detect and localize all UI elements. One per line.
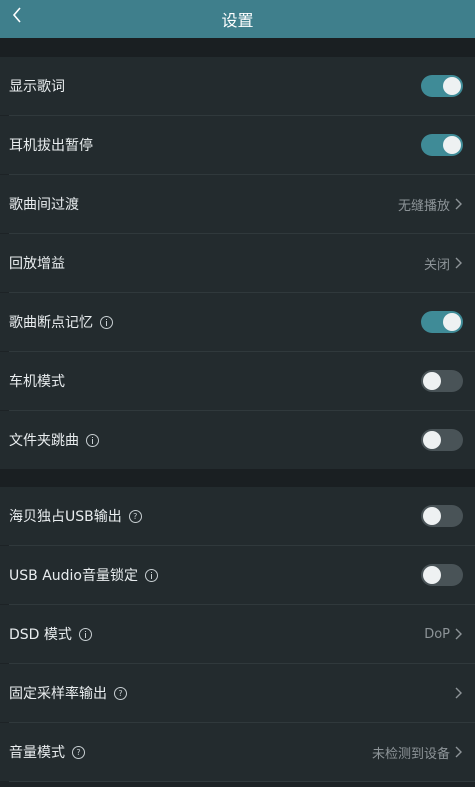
chevron-right-icon [455, 628, 462, 640]
help-icon[interactable]: ? [114, 686, 127, 700]
setting-label: 显示歌词 [9, 79, 65, 95]
info-icon[interactable] [78, 627, 92, 641]
setting-row-replay-gain[interactable]: 回放增益 关闭 [0, 234, 475, 292]
toggle-knob [443, 77, 461, 95]
folder-skip-toggle[interactable] [421, 429, 463, 451]
setting-label: USB Audio音量锁定 [9, 565, 158, 585]
chevron-right-icon [455, 687, 462, 699]
chevron-left-icon [12, 7, 21, 23]
setting-label: 文件夹跳曲 [9, 430, 99, 450]
setting-label: 车机模式 [9, 374, 65, 390]
setting-label: 海贝独占USB输出 ? [9, 506, 142, 526]
help-icon[interactable]: ? [72, 745, 85, 759]
setting-label: DSD 模式 [9, 624, 92, 644]
setting-value: 无缝播放 [397, 198, 450, 214]
setting-label: 歌曲断点记忆 [9, 312, 113, 332]
info-icon[interactable] [144, 568, 158, 582]
setting-label-text: USB Audio音量锁定 [9, 568, 138, 584]
info-icon[interactable] [100, 315, 113, 329]
toggle-knob [443, 136, 461, 154]
chevron-right-icon [455, 257, 462, 269]
help-glyph: ? [133, 511, 138, 521]
toggle-knob [423, 431, 441, 449]
back-button[interactable] [6, 2, 28, 28]
help-glyph: ? [118, 688, 123, 698]
setting-label-text: 歌曲断点记忆 [9, 315, 93, 331]
setting-label: 回放增益 [9, 256, 65, 272]
headphone-pause-toggle[interactable] [421, 134, 463, 156]
setting-row-crossfade[interactable]: 歌曲间过渡 无缝播放 [0, 175, 475, 233]
chevron-right-icon [455, 746, 462, 758]
info-icon[interactable] [86, 433, 99, 447]
car-mode-toggle[interactable] [421, 370, 463, 392]
title-bar: 设置 [0, 0, 475, 38]
divider [9, 781, 475, 782]
setting-row-car-mode[interactable]: 车机模式 [0, 352, 475, 410]
help-icon[interactable]: ? [128, 509, 142, 523]
setting-row-volume-mode[interactable]: 音量模式 ? 未检测到设备 [0, 723, 475, 781]
setting-row-headphone-pause[interactable]: 耳机拔出暂停 [0, 116, 475, 174]
setting-row-fixed-sample-rate[interactable]: 固定采样率输出 ? [0, 664, 475, 722]
section-gap [0, 38, 475, 57]
setting-label-text: 文件夹跳曲 [9, 433, 79, 449]
section-gap [0, 469, 475, 487]
setting-row-resume-position[interactable]: 歌曲断点记忆 [0, 293, 475, 351]
setting-label: 固定采样率输出 ? [9, 683, 127, 703]
setting-row-dsd-mode[interactable]: DSD 模式 DoP [0, 605, 475, 663]
setting-label: 耳机拔出暂停 [9, 138, 93, 154]
setting-label-text: 海贝独占USB输出 [9, 509, 122, 525]
setting-label-text: DSD 模式 [9, 627, 72, 643]
resume-position-toggle[interactable] [421, 311, 463, 333]
setting-row-usb-volume-lock[interactable]: USB Audio音量锁定 [0, 546, 475, 604]
setting-label: 音量模式 ? [9, 742, 85, 762]
page-title: 设置 [221, 11, 254, 30]
show-lyrics-toggle[interactable] [421, 75, 463, 97]
setting-label: 歌曲间过渡 [9, 197, 79, 213]
toggle-knob [423, 372, 441, 390]
toggle-knob [443, 313, 461, 331]
toggle-knob [423, 566, 441, 584]
toggle-knob [423, 507, 441, 525]
setting-row-show-lyrics[interactable]: 显示歌词 [0, 57, 475, 115]
setting-label-text: 音量模式 [9, 745, 65, 761]
setting-value: 未检测到设备 [371, 746, 450, 762]
setting-value: 关闭 [423, 257, 450, 273]
setting-value: DoP [424, 626, 450, 642]
usb-volume-lock-toggle[interactable] [421, 564, 463, 586]
setting-label-text: 固定采样率输出 [9, 686, 107, 702]
setting-row-usb-exclusive[interactable]: 海贝独占USB输出 ? [0, 487, 475, 545]
usb-exclusive-toggle[interactable] [421, 505, 463, 527]
chevron-right-icon [455, 198, 462, 210]
setting-row-folder-skip[interactable]: 文件夹跳曲 [0, 411, 475, 469]
help-glyph: ? [76, 747, 81, 757]
